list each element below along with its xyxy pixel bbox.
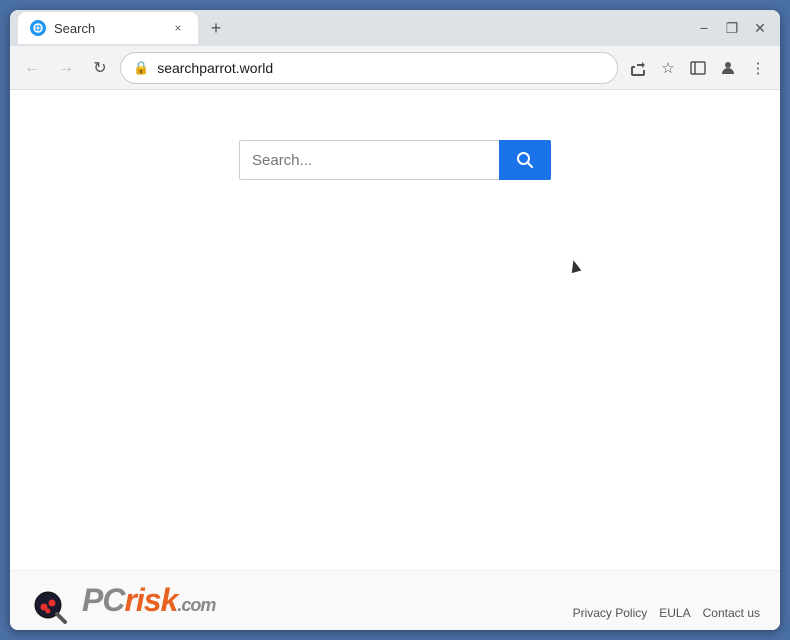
sidebar-toggle-button[interactable] bbox=[684, 54, 712, 82]
browser-tab[interactable]: Search × bbox=[18, 12, 198, 44]
tab-favicon bbox=[30, 20, 46, 36]
footer-logo: PCrisk.com bbox=[30, 577, 215, 625]
search-button[interactable] bbox=[499, 140, 551, 180]
back-button[interactable]: ← bbox=[18, 54, 46, 82]
window-controls: − ❐ ✕ bbox=[692, 16, 772, 40]
logo-text: PCrisk.com bbox=[82, 582, 215, 619]
logo-icon bbox=[30, 577, 78, 625]
footer-links: Privacy Policy EULA Contact us bbox=[573, 606, 760, 620]
profile-button[interactable] bbox=[714, 54, 742, 82]
address-bar[interactable]: 🔒 searchparrot.world bbox=[120, 52, 618, 84]
address-text: searchparrot.world bbox=[157, 60, 605, 76]
browser-window: Search × + − ❐ ✕ ← → ↻ 🔒 searchparrot.wo… bbox=[10, 10, 780, 630]
page-footer: PCrisk.com Privacy Policy EULA Contact u… bbox=[10, 570, 780, 630]
search-input[interactable] bbox=[239, 140, 499, 180]
nav-bar: ← → ↻ 🔒 searchparrot.world ☆ ⋮ bbox=[10, 46, 780, 90]
page-content: PCrisk.com Privacy Policy EULA Contact u… bbox=[10, 90, 780, 630]
close-button[interactable]: ✕ bbox=[748, 16, 772, 40]
privacy-policy-link[interactable]: Privacy Policy bbox=[573, 606, 648, 620]
forward-button[interactable]: → bbox=[52, 54, 80, 82]
eula-link[interactable]: EULA bbox=[659, 606, 690, 620]
minimize-button[interactable]: − bbox=[692, 16, 716, 40]
share-button[interactable] bbox=[624, 54, 652, 82]
menu-button[interactable]: ⋮ bbox=[744, 54, 772, 82]
nav-actions: ☆ ⋮ bbox=[624, 54, 772, 82]
new-tab-button[interactable]: + bbox=[202, 14, 230, 42]
reload-button[interactable]: ↻ bbox=[86, 54, 114, 82]
search-box-wrapper bbox=[239, 140, 551, 180]
title-bar: Search × + − ❐ ✕ bbox=[10, 10, 780, 46]
bookmark-button[interactable]: ☆ bbox=[654, 54, 682, 82]
cursor bbox=[569, 259, 582, 273]
contact-us-link[interactable]: Contact us bbox=[703, 606, 760, 620]
restore-button[interactable]: ❐ bbox=[720, 16, 744, 40]
lock-icon: 🔒 bbox=[133, 60, 149, 76]
search-area bbox=[10, 90, 780, 180]
tab-title: Search bbox=[54, 21, 162, 36]
tab-close-button[interactable]: × bbox=[170, 20, 186, 36]
search-icon bbox=[515, 150, 535, 170]
